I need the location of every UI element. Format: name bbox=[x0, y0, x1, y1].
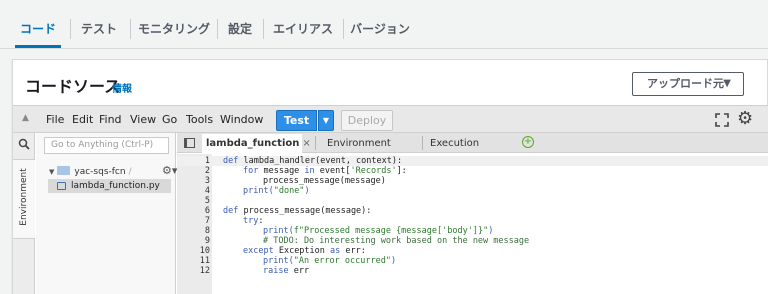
tree-file-item[interactable]: lambda_function.py bbox=[48, 179, 171, 193]
editor-tab-execution-results[interactable]: Execution results× bbox=[426, 134, 518, 168]
test-dropdown-button[interactable]: ▼ bbox=[318, 110, 334, 131]
deploy-button[interactable]: Deploy bbox=[341, 110, 393, 131]
environment-tab[interactable]: Environment bbox=[13, 159, 35, 239]
tab-monitoring[interactable]: モニタリング bbox=[137, 0, 211, 50]
add-tab-icon[interactable]: + bbox=[522, 136, 534, 148]
code-line: 11 print("An error occurred") bbox=[177, 256, 768, 266]
editor-tab-label: lambda_function bbox=[206, 138, 300, 149]
code-line: 3 process_message(message) bbox=[177, 176, 768, 186]
cloud9-ide: ▲ File Edit Find View Go Tools Window Te… bbox=[13, 105, 768, 294]
menu-find[interactable]: Find bbox=[99, 113, 122, 126]
folder-icon bbox=[57, 166, 71, 175]
tree-settings-icon[interactable]: ⚙▾ bbox=[162, 164, 177, 177]
function-tabs: コード テスト モニタリング 設定 エイリアス バージョン bbox=[0, 0, 768, 50]
line-number: 4 bbox=[204, 186, 210, 196]
tab-divider bbox=[343, 19, 344, 39]
code-line: 12 raise err bbox=[177, 266, 768, 276]
code-line: 7 try: bbox=[177, 216, 768, 226]
code-source-card: コードソース 情報 アップロード元 ▼ ▲ File Edit Find Vie… bbox=[12, 59, 768, 294]
folder-suffix: / bbox=[128, 167, 132, 177]
card-title: コードソース bbox=[25, 77, 121, 96]
tab-code[interactable]: コード bbox=[15, 0, 61, 50]
python-file-icon bbox=[57, 182, 66, 190]
environment-tab-label: Environment bbox=[19, 168, 29, 226]
tab-divider bbox=[70, 19, 71, 39]
code-line: 2 for message in event['Records']: bbox=[177, 166, 768, 176]
ide-menubar: ▲ File Edit Find View Go Tools Window Te… bbox=[13, 105, 768, 133]
tab-settings[interactable]: 設定 bbox=[224, 0, 256, 50]
line-number: 5 bbox=[204, 196, 210, 206]
tab-divider bbox=[263, 19, 264, 39]
close-icon[interactable]: × bbox=[302, 138, 310, 149]
line-number: 10 bbox=[199, 246, 210, 256]
gear-icon[interactable]: ⚙ bbox=[737, 109, 753, 129]
line-number: 7 bbox=[204, 216, 210, 226]
code-line: 1 def lambda_handler(event, context): bbox=[177, 156, 768, 166]
editor-tabbar: lambda_function× Environment Var× Execut… bbox=[177, 133, 768, 168]
file-name: lambda_function.py bbox=[71, 181, 160, 191]
menu-file[interactable]: File bbox=[46, 113, 64, 126]
code-editor[interactable]: 1 def lambda_handler(event, context): 2 fo… bbox=[177, 154, 768, 294]
goto-anything-input[interactable]: Go to Anything (Ctrl-P) bbox=[44, 137, 169, 154]
expand-arrow-icon[interactable]: ▼ bbox=[49, 168, 54, 176]
line-number: 11 bbox=[199, 256, 210, 266]
tab-divider bbox=[315, 136, 316, 150]
upload-from-label: アップロード元 bbox=[647, 77, 724, 90]
line-number: 6 bbox=[204, 206, 210, 216]
code-line: 9 # TODO: Do interesting work based on th… bbox=[177, 236, 768, 246]
line-number: 12 bbox=[199, 266, 210, 276]
info-link[interactable]: 情報 bbox=[112, 80, 132, 95]
tab-divider bbox=[217, 19, 218, 39]
code-line: 5 bbox=[177, 196, 768, 206]
editor-tab-lambda-function[interactable]: lambda_function × bbox=[202, 134, 311, 153]
line-number: 3 bbox=[204, 176, 210, 186]
tab-divider bbox=[422, 136, 423, 150]
panel-toggle-icon[interactable] bbox=[184, 138, 195, 148]
left-panel-strip: Environment bbox=[13, 133, 35, 294]
menu-go[interactable]: Go bbox=[162, 113, 177, 126]
fullscreen-icon[interactable] bbox=[715, 113, 729, 127]
code-line: 10 except Exception as err: bbox=[177, 246, 768, 256]
code-line: 4 print("done") bbox=[177, 186, 768, 196]
tab-versions[interactable]: バージョン bbox=[350, 0, 410, 50]
test-button[interactable]: Test bbox=[276, 110, 317, 131]
folder-name: yac-sqs-fcn bbox=[74, 167, 126, 177]
line-number: 1 bbox=[204, 156, 210, 166]
upload-from-button[interactable]: アップロード元 ▼ bbox=[632, 72, 744, 96]
tab-test[interactable]: テスト bbox=[78, 0, 120, 50]
file-tree-panel: Go to Anything (Ctrl-P) ▼ yac-sqs-fcn / ⚙▾… bbox=[36, 133, 177, 294]
search-icon[interactable] bbox=[18, 138, 30, 150]
menu-edit[interactable]: Edit bbox=[72, 113, 93, 126]
menu-window[interactable]: Window bbox=[220, 113, 263, 126]
code-line: 6 def process_message(message): bbox=[177, 206, 768, 216]
tabs-underline bbox=[0, 48, 768, 49]
tab-aliases[interactable]: エイリアス bbox=[270, 0, 336, 50]
tree-folder[interactable]: ▼ yac-sqs-fcn / bbox=[49, 166, 132, 177]
tab-divider bbox=[130, 19, 131, 39]
menu-view[interactable]: View bbox=[130, 113, 156, 126]
editor-tab-environment-var[interactable]: Environment Var× bbox=[323, 134, 418, 168]
caret-down-icon: ▼ bbox=[723, 78, 731, 89]
line-number: 2 bbox=[204, 166, 210, 176]
collapse-triangle-icon[interactable]: ▲ bbox=[22, 113, 29, 123]
menu-tools[interactable]: Tools bbox=[186, 113, 213, 126]
line-number: 8 bbox=[204, 226, 210, 236]
line-number: 9 bbox=[204, 236, 210, 246]
code-line: 8 print(f"Processed message {message['bod… bbox=[177, 226, 768, 236]
